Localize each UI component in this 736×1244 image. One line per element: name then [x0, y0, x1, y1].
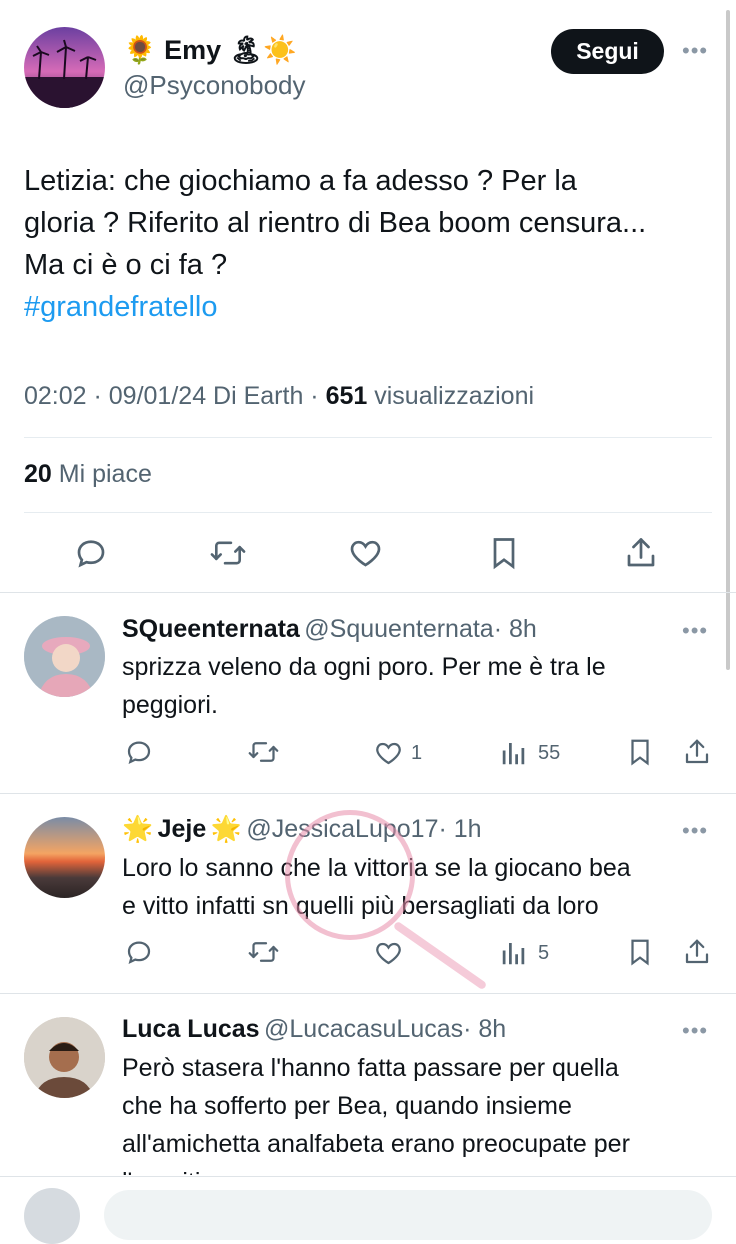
reply-icon[interactable]	[73, 535, 109, 571]
reply-text-line: all'amichetta analfabeta erano preocupat…	[122, 1130, 630, 1158]
share-icon[interactable]	[623, 535, 659, 571]
watermark-handle	[392, 920, 488, 991]
reply-text: Però stasera l'hanno fatta passare per q…	[122, 1049, 722, 1175]
more-options-icon[interactable]: •••	[682, 618, 708, 644]
like-count: 1	[411, 742, 423, 764]
reply-avatar[interactable]	[24, 616, 105, 697]
more-options-icon[interactable]: •••	[682, 818, 708, 844]
views-label: visualizzazioni	[374, 382, 535, 410]
reply-time: · 8h	[493, 615, 537, 643]
author-handle[interactable]: @Psyconobody	[123, 70, 306, 101]
tweet-text-line: gloria ? Riferito al rientro di Bea boom…	[24, 207, 647, 239]
divider	[0, 592, 736, 593]
bookmark-icon[interactable]	[488, 535, 520, 571]
likes-count: 20	[24, 460, 52, 488]
star-emoji: 🌟	[122, 815, 154, 843]
reply-text: sprizza veleno da ogni poro. Per me è tr…	[122, 648, 722, 724]
reply-author-handle: @Squuenternata	[304, 615, 494, 643]
like-icon[interactable]	[347, 535, 384, 571]
views-count: 55	[538, 742, 561, 764]
scrollbar[interactable]	[726, 10, 730, 670]
bookmark-icon[interactable]	[627, 937, 653, 967]
bookmark-icon[interactable]	[627, 737, 653, 767]
reply-text: Loro lo sanno che la vittoria se la gioc…	[122, 849, 722, 925]
reply-icon[interactable]	[124, 737, 154, 767]
likes-label: Mi piace	[58, 460, 152, 488]
reply-text-line: l'aperitivo	[122, 1163, 722, 1175]
tweet-text: Letizia: che giochiamo a fa adesso ? Per…	[24, 160, 724, 328]
tweet-text-line: Ma ci è o ci fa ?	[24, 249, 228, 281]
like-icon[interactable]	[373, 738, 404, 768]
retweet-icon[interactable]	[247, 937, 280, 967]
like-icon[interactable]	[373, 938, 404, 968]
share-icon[interactable]	[682, 937, 712, 967]
tweet-timestamp[interactable]: 02:02 · 09/01/24 Di Earth ·	[24, 382, 319, 410]
author-name: Emy	[164, 35, 222, 65]
reply-author-name: SQueenternata	[122, 615, 300, 643]
reply-time: · 1h	[438, 815, 482, 843]
follow-button[interactable]: Segui	[551, 29, 664, 74]
reply-time: · 8h	[463, 1015, 507, 1043]
reply-input[interactable]	[104, 1190, 712, 1240]
divider	[24, 437, 712, 438]
reply-text-line: Loro lo sanno che la vittoria se la gioc…	[122, 854, 631, 882]
user-avatar[interactable]	[24, 1188, 80, 1244]
retweet-icon[interactable]	[209, 535, 247, 571]
reply-header[interactable]: Luca Lucas @LucacasuLucas· 8h	[122, 1015, 506, 1044]
star-emoji: 🌟	[210, 815, 242, 843]
watermark-logo	[285, 810, 415, 940]
views-count: 5	[538, 942, 550, 964]
island-sun-emoji: 🏝☀️	[228, 35, 297, 65]
views-count: 651	[325, 382, 368, 410]
reply-text-line: e vitto infatti sn quelli più bersagliat…	[122, 892, 599, 920]
author-name-row[interactable]: 🌻 Emy 🏝☀️	[123, 34, 297, 66]
reply-text-line: sprizza veleno da ogni poro. Per me è tr…	[122, 653, 606, 681]
author-avatar[interactable]	[24, 27, 105, 108]
retweet-icon[interactable]	[247, 737, 280, 767]
reply-text-line: che ha sofferto per Bea, quando insieme	[122, 1092, 572, 1120]
reply-icon[interactable]	[124, 937, 154, 967]
reply-author-handle: @LucacasuLucas	[264, 1015, 464, 1043]
likes-stat[interactable]: 20 Mi piace	[24, 460, 152, 489]
more-options-icon[interactable]: •••	[682, 1018, 708, 1044]
divider	[24, 512, 712, 513]
reply-header[interactable]: SQueenternata @Squuenternata· 8h	[122, 615, 537, 644]
share-icon[interactable]	[682, 737, 712, 767]
sunflower-emoji: 🌻	[123, 35, 157, 65]
views-icon[interactable]	[500, 938, 528, 968]
hashtag-link[interactable]: #grandefratello	[24, 286, 724, 328]
reply-avatar[interactable]	[24, 817, 105, 898]
divider	[0, 993, 736, 994]
reply-author-name: Jeje	[157, 815, 207, 843]
reply-text-line: Però stasera l'hanno fatta passare per q…	[122, 1054, 619, 1082]
views-icon[interactable]	[500, 738, 528, 768]
tweet-meta: 02:02 · 09/01/24 Di Earth · 651 visualiz…	[24, 382, 534, 411]
reply-author-name: Luca Lucas	[122, 1015, 260, 1043]
reply-avatar[interactable]	[24, 1017, 105, 1098]
tweet-text-line: Letizia: che giochiamo a fa adesso ? Per…	[24, 165, 577, 197]
more-options-icon[interactable]: •••	[682, 38, 708, 64]
divider	[0, 793, 736, 794]
reply-text-line: peggiori.	[122, 691, 218, 719]
